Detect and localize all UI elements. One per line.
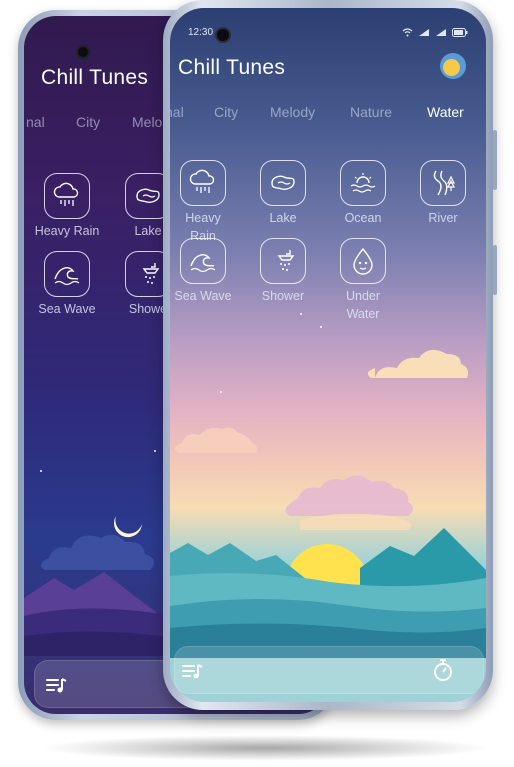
- battery-icon: [452, 28, 468, 37]
- tab-melody[interactable]: Melody: [270, 104, 315, 120]
- sound-river[interactable]: River: [403, 160, 483, 227]
- lake-icon: [271, 175, 295, 190]
- app-title: Chill Tunes: [178, 56, 286, 79]
- playlist-icon[interactable]: [182, 664, 204, 680]
- sound-label: Sea Wave: [174, 289, 232, 303]
- sunset-scene: [170, 349, 486, 658]
- wifi-icon: [402, 28, 413, 37]
- tab-nal[interactable]: nal: [170, 104, 184, 120]
- star: [154, 450, 156, 452]
- tab-nature[interactable]: Nature: [350, 104, 392, 120]
- playlist-icon[interactable]: [46, 678, 68, 694]
- status-time: 12:30: [188, 27, 214, 38]
- sound-under-water[interactable]: Under Water: [323, 238, 403, 323]
- sound-label: River: [428, 211, 458, 225]
- sound-label: Under Water: [345, 289, 381, 321]
- sound-label: Shower: [261, 289, 305, 303]
- device-shadow: [40, 735, 490, 761]
- sun-icon: [443, 59, 460, 76]
- back-tab-melody[interactable]: Melo: [132, 114, 162, 130]
- sound-ocean[interactable]: Ocean: [323, 160, 403, 227]
- tab-water[interactable]: Water: [427, 104, 464, 120]
- front-phone-screen: 12:30 Chill Tunes nal City Melody Nature…: [170, 8, 486, 702]
- signal-icon: [419, 29, 429, 36]
- lake-icon: [136, 188, 160, 203]
- sound-label: Lake: [269, 211, 297, 225]
- underwater-icon: [353, 247, 373, 275]
- back-sound-label: Heavy Rain: [34, 224, 100, 238]
- rain-cloud-icon: [189, 169, 215, 193]
- signal-icon: [436, 29, 446, 36]
- back-app-title: Chill Tunes: [41, 66, 149, 89]
- back-sound-heavy-rain[interactable]: Heavy Rain: [27, 173, 107, 240]
- back-tab-nal[interactable]: nal: [26, 114, 45, 130]
- shower-icon: [277, 250, 295, 271]
- profile-avatar[interactable]: [440, 53, 466, 79]
- sound-heavy-rain[interactable]: Heavy Rain: [170, 160, 243, 245]
- rain-cloud-icon: [53, 182, 79, 206]
- status-icons: [402, 28, 468, 37]
- back-camera: [76, 45, 90, 59]
- volume-button[interactable]: [493, 245, 497, 295]
- sea-wave-icon: [54, 267, 80, 286]
- front-camera: [215, 27, 231, 43]
- back-tab-city[interactable]: City: [76, 114, 100, 130]
- ocean-icon: [350, 173, 376, 193]
- back-sound-label: Sea Wave: [38, 302, 96, 316]
- sound-label: Ocean: [344, 211, 382, 225]
- sea-wave-icon: [190, 254, 216, 273]
- back-sound-sea-wave[interactable]: Sea Wave: [27, 251, 107, 318]
- volume-button[interactable]: [493, 130, 497, 190]
- sound-sea-wave[interactable]: Sea Wave: [170, 238, 243, 305]
- star: [40, 470, 42, 472]
- front-phone: 12:30 Chill Tunes nal City Melody Nature…: [163, 0, 497, 710]
- sound-shower[interactable]: Shower: [243, 238, 323, 305]
- shower-icon: [142, 263, 160, 284]
- stopwatch-icon[interactable]: [432, 658, 454, 682]
- star: [300, 313, 302, 315]
- sound-lake[interactable]: Lake: [243, 160, 323, 227]
- river-icon: [433, 170, 455, 196]
- tab-city[interactable]: City: [214, 104, 238, 120]
